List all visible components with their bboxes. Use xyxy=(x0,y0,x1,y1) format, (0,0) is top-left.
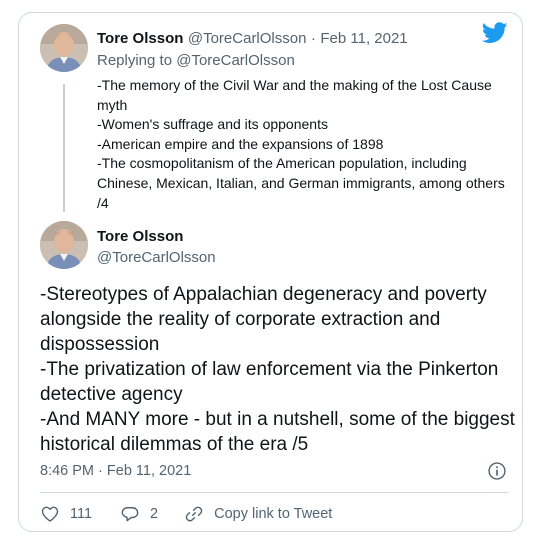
replying-label: Replying to xyxy=(97,52,173,69)
avatar[interactable] xyxy=(40,24,88,72)
parent-tweet-line: -Women's suffrage and its opponents xyxy=(97,116,328,133)
twitter-bird-icon[interactable] xyxy=(482,22,508,44)
parent-tweet-line: -American empire and the expansions of 1… xyxy=(97,135,384,152)
reply-bubble-icon xyxy=(121,507,139,522)
author-name[interactable]: Tore Olsson xyxy=(97,30,183,47)
author-name[interactable]: Tore Olsson xyxy=(97,228,183,245)
author-handle[interactable]: @ToreCarlOlsson xyxy=(97,249,216,266)
avatar-photo xyxy=(40,24,88,72)
avatar-photo xyxy=(40,221,88,269)
copy-link-button[interactable]: Copy link to Tweet xyxy=(184,504,332,524)
reply-button[interactable]: 2 xyxy=(120,504,158,524)
parent-tweet-line: -The memory of the Civil War and the mak… xyxy=(97,77,492,113)
author-handle[interactable]: @ToreCarlOlsson xyxy=(188,30,307,47)
tweet-actions: 111 2 Copy link to Tweet xyxy=(40,503,332,525)
timestamp-separator: · xyxy=(98,463,103,479)
divider xyxy=(40,492,508,493)
main-tweet-line: -The privatization of law enforcement vi… xyxy=(40,359,499,405)
replying-handle[interactable]: @ToreCarlOlsson xyxy=(176,52,295,69)
avatar[interactable] xyxy=(40,221,88,269)
main-tweet-text: -Stereotypes of Appalachian degeneracy a… xyxy=(40,282,515,457)
info-icon[interactable] xyxy=(487,461,507,481)
heart-icon xyxy=(41,506,59,522)
parent-tweet-header: Tore Olsson @ToreCarlOlsson · Feb 11, 20… xyxy=(97,30,408,48)
parent-tweet-text: -The memory of the Civil War and the mak… xyxy=(97,76,507,213)
header-separator: · xyxy=(310,30,316,47)
main-tweet-line: -And MANY more - but in a nutshell, some… xyxy=(40,409,515,455)
like-count: 111 xyxy=(70,506,93,522)
copy-link-label: Copy link to Tweet xyxy=(214,506,333,522)
parent-tweet-line: -The cosmopolitanism of the American pop… xyxy=(97,155,505,211)
tweet-time[interactable]: 8:46 PM xyxy=(40,463,94,479)
link-icon xyxy=(185,506,203,522)
tweet-date[interactable]: Feb 11, 2021 xyxy=(107,463,191,479)
tweet-timestamp[interactable]: 8:46 PM · Feb 11, 2021 xyxy=(40,463,191,479)
reply-count: 2 xyxy=(150,506,159,522)
like-button[interactable]: 111 xyxy=(40,504,92,524)
thread-connector-line xyxy=(63,84,65,212)
replying-to-line: Replying to @ToreCarlOlsson xyxy=(97,52,295,69)
main-tweet-line: -Stereotypes of Appalachian degeneracy a… xyxy=(40,284,487,355)
tweet-date[interactable]: Feb 11, 2021 xyxy=(320,30,407,47)
